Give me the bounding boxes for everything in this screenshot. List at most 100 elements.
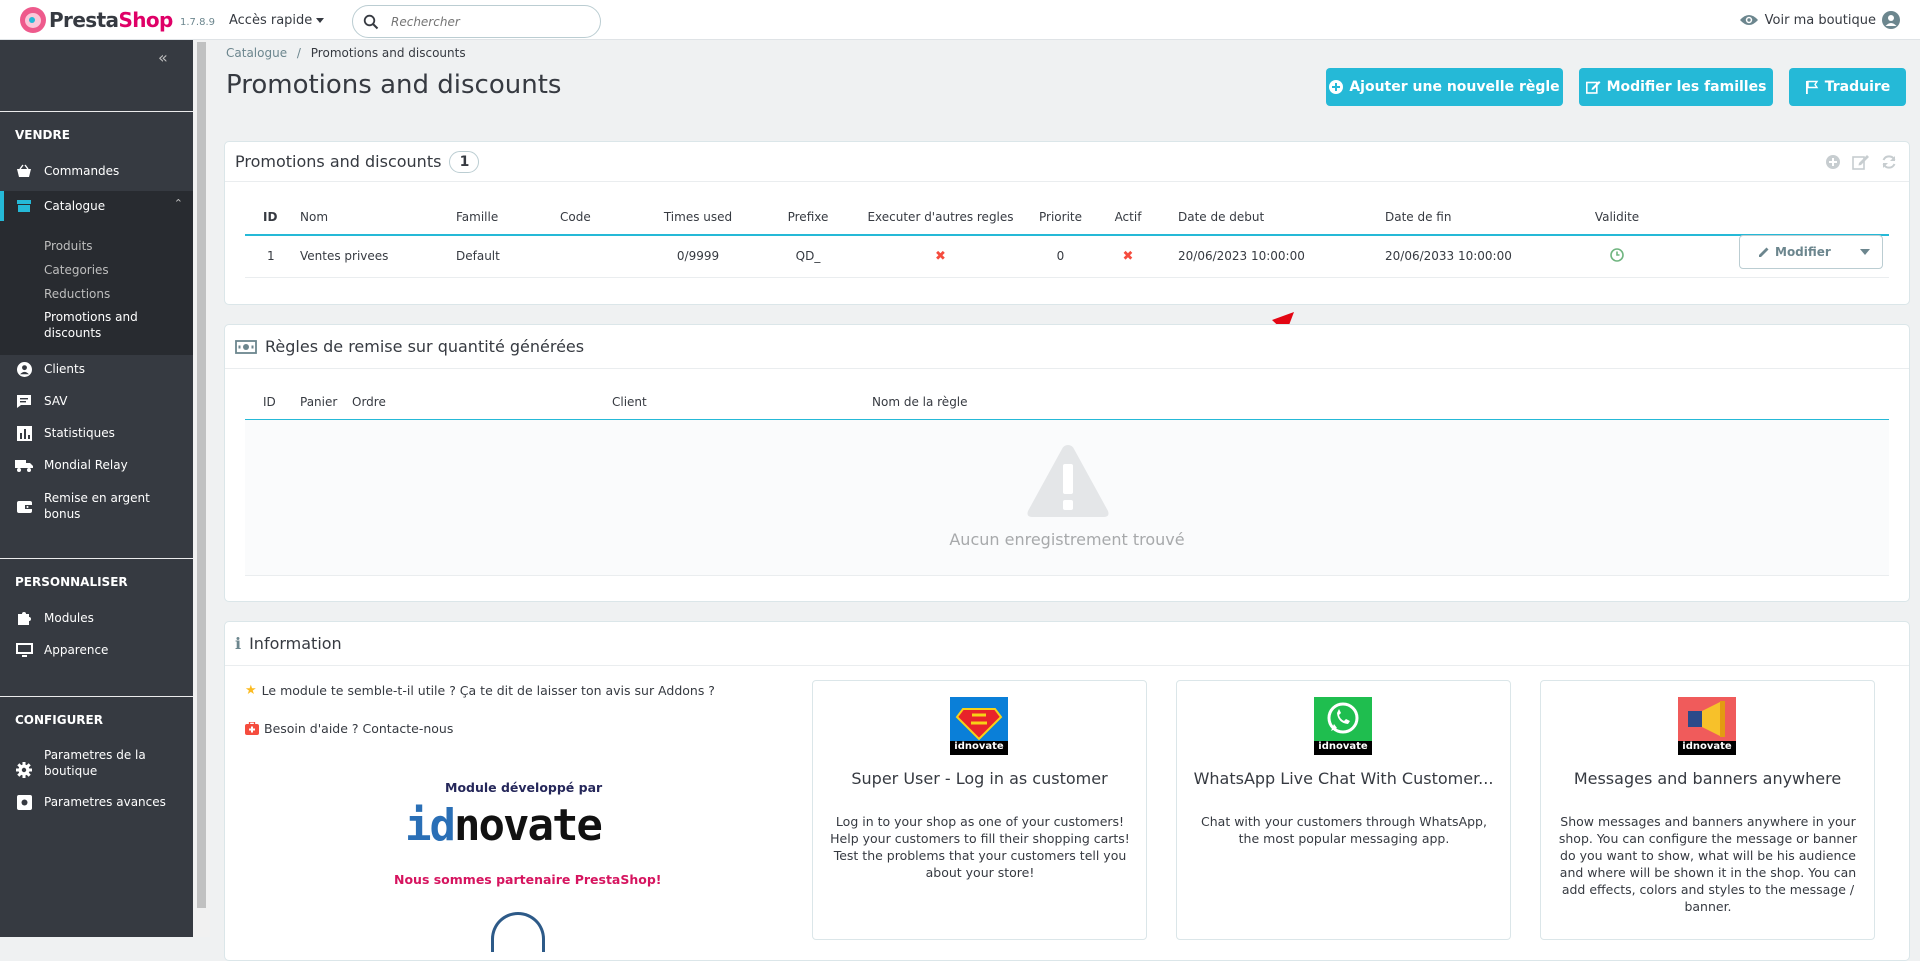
main-content: Catalogue / Promotions and discounts Pro… <box>210 40 1920 961</box>
sidebar-subitem-products[interactable]: Produits <box>44 239 93 253</box>
cell-family: Default <box>456 235 560 278</box>
column-header[interactable]: Nom de la règle <box>872 384 1889 421</box>
modify-button[interactable]: Modifier <box>1740 236 1848 268</box>
section-title-customize: PERSONNALISER <box>15 575 128 589</box>
column-header[interactable]: Nom <box>300 199 456 236</box>
column-header[interactable]: Code <box>560 199 638 236</box>
view-shop-link[interactable]: Voir ma boutique <box>1739 11 1900 29</box>
table-row[interactable]: 1 Ventes privees Default 0/9999 QD_ ✖ 0 … <box>245 235 1889 278</box>
panel-title: Information <box>249 634 342 653</box>
module-card[interactable]: idnovate WhatsApp Live Chat With Custome… <box>1176 680 1511 940</box>
modify-button-group: Modifier <box>1739 235 1883 269</box>
pencil-icon <box>1759 247 1769 257</box>
section-title-configure: CONFIGURER <box>15 713 103 727</box>
user-account-icon[interactable] <box>1882 11 1900 29</box>
breadcrumb-catalogue-link[interactable]: Catalogue <box>226 46 287 60</box>
cell-priority: 0 <box>1023 235 1098 278</box>
breadcrumb-separator: / <box>296 46 301 60</box>
search-input[interactable] <box>391 13 591 31</box>
cross-icon[interactable]: ✖ <box>858 235 1023 278</box>
store-icon <box>14 198 34 214</box>
sidebar-scrollbar[interactable] <box>193 40 210 937</box>
card-title: Super User - Log in as customer <box>851 769 1108 788</box>
cell-times-used: 0/9999 <box>638 235 758 278</box>
catalogue-submenu: Produits Categories Reductions Promotion… <box>0 221 193 355</box>
sidebar-item-stats[interactable]: Statistiques <box>0 421 193 445</box>
top-bar: PrestaShop 1.7.8.9 Accès rapide Voir ma … <box>0 0 1920 40</box>
sidebar-subitem-reductions[interactable]: Reductions <box>44 287 110 301</box>
sidebar-item-catalogue[interactable]: Catalogue ⌃ <box>0 191 193 221</box>
edit-families-button[interactable]: Modifier les familles <box>1579 68 1773 106</box>
version-label: 1.7.8.9 <box>180 17 215 28</box>
logo-caption: idnovate <box>954 741 1004 752</box>
scrollbar-thumb[interactable] <box>197 42 206 908</box>
gear-icon <box>14 762 34 778</box>
sidebar-item-shop-params[interactable]: Parametres de la boutique <box>0 744 193 782</box>
card-description: Chat with your customers through WhatsAp… <box>1201 814 1487 846</box>
developed-by-label: Module développé par <box>445 780 603 795</box>
sidebar-item-advanced-params[interactable]: Parametres avances <box>0 790 193 814</box>
sidebar: « VENDRE Commandes Catalogue ⌃ Produits … <box>0 40 193 937</box>
panel-title: Promotions and discounts <box>235 152 442 171</box>
column-header[interactable]: ID <box>245 384 300 421</box>
money-icon <box>235 339 257 354</box>
sidebar-item-modules[interactable]: Modules <box>0 606 193 630</box>
puzzle-icon <box>14 610 34 626</box>
sidebar-item-remise[interactable]: Remise en argent bonus <box>0 487 193 525</box>
prestashop-logo[interactable]: PrestaShop <box>20 7 173 33</box>
table-header-row: ID Panier Ordre Client Nom de la règle <box>245 384 1889 421</box>
sidebar-item-orders[interactable]: Commandes <box>0 159 193 183</box>
refresh-icon[interactable] <box>1881 154 1897 170</box>
logo-caption: idnovate <box>1682 741 1732 752</box>
cell-validity <box>1592 235 1642 278</box>
rules-panel: Promotions and discounts 1 ID Nom Famill… <box>224 141 1910 305</box>
column-header[interactable]: Actif <box>1098 199 1178 236</box>
edit-icon[interactable] <box>1852 154 1870 170</box>
module-card[interactable]: idnovate Super User - Log in as customer… <box>812 680 1147 940</box>
quick-access-menu[interactable]: Accès rapide <box>229 13 325 28</box>
review-link[interactable]: ★ Le module te semble-t-il utile ? Ça te… <box>245 683 715 698</box>
column-header[interactable]: Client <box>612 384 872 421</box>
module-card[interactable]: idnovate Messages and banners anywhere S… <box>1540 680 1875 940</box>
warning-icon <box>1027 445 1109 517</box>
bar-chart-icon <box>14 425 34 441</box>
collapse-sidebar-icon[interactable]: « <box>158 48 168 67</box>
help-link[interactable]: Besoin d'aide ? Contacte-nous <box>245 721 453 736</box>
generated-rules-panel: Règles de remise sur quantité générées I… <box>224 324 1910 602</box>
sidebar-subitem-categories[interactable]: Categories <box>44 263 109 277</box>
empty-message: Aucun enregistrement trouvé <box>949 530 1185 549</box>
column-header[interactable]: Times used <box>638 199 758 236</box>
information-panel: i Information ★ Le module te semble-t-il… <box>224 621 1910 961</box>
column-header[interactable]: Priorite <box>1023 199 1098 236</box>
column-header[interactable]: Date de debut <box>1178 199 1385 236</box>
add-rule-button[interactable]: Ajouter une nouvelle règle <box>1326 68 1563 106</box>
search-box[interactable] <box>352 5 601 38</box>
card-description: Log in to your shop as one of your custo… <box>830 814 1130 880</box>
add-circle-icon[interactable] <box>1825 154 1841 170</box>
idnovate-logo[interactable]: idnovate <box>405 800 603 851</box>
sidebar-item-sav[interactable]: SAV <box>0 389 193 413</box>
caret-down-icon <box>316 18 325 23</box>
column-header[interactable]: Ordre <box>352 384 612 421</box>
modify-dropdown-toggle[interactable] <box>1848 236 1882 268</box>
sidebar-item-mondial-relay[interactable]: Mondial Relay <box>0 453 193 477</box>
partner-badge-icon <box>491 912 545 952</box>
column-header[interactable]: Panier <box>300 384 352 421</box>
column-header[interactable]: Date de fin <box>1385 199 1592 236</box>
user-circle-icon <box>14 361 34 377</box>
column-header[interactable]: Famille <box>456 199 560 236</box>
translate-button[interactable]: Traduire <box>1789 68 1906 106</box>
column-header[interactable]: ID <box>245 199 300 236</box>
rules-table: ID Nom Famille Code Times used Prefixe E… <box>245 199 1889 278</box>
plus-circle-icon <box>1329 80 1344 94</box>
clock-icon <box>1610 247 1624 262</box>
cell-end-date: 20/06/2033 10:00:00 <box>1385 235 1592 278</box>
sidebar-item-clients[interactable]: Clients <box>0 357 193 381</box>
column-header[interactable]: Executer d'autres regles <box>858 199 1023 236</box>
sidebar-subitem-promotions[interactable]: Promotions and discounts <box>44 309 138 341</box>
sidebar-item-appearance[interactable]: Apparence <box>0 638 193 662</box>
column-header[interactable]: Validite <box>1592 199 1642 236</box>
column-header[interactable]: Prefixe <box>758 199 858 236</box>
active-toggle-cross-icon[interactable]: ✖ <box>1098 235 1178 278</box>
section-title-sell: VENDRE <box>15 128 70 142</box>
